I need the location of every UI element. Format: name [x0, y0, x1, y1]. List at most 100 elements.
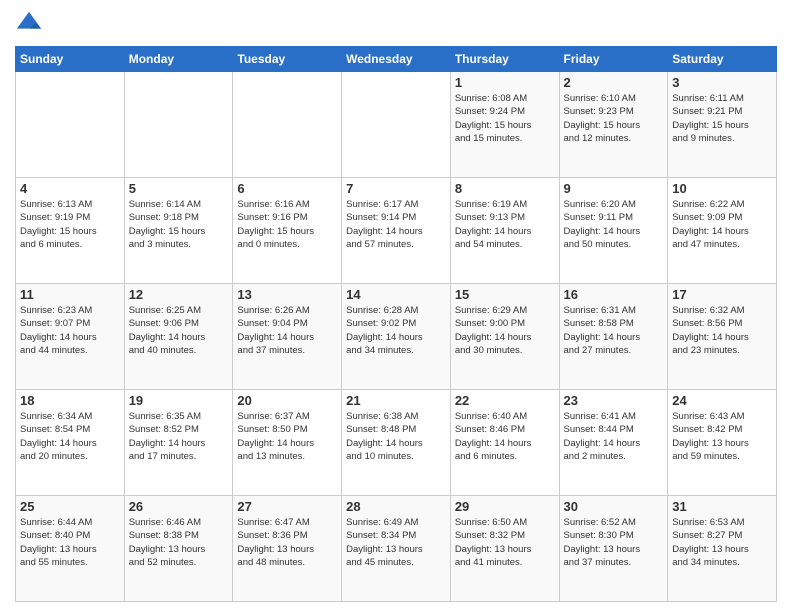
calendar-cell: 12 Sunrise: 6:25 AM Sunset: 9:06 PM Dayli… — [124, 284, 233, 390]
calendar-cell: 21 Sunrise: 6:38 AM Sunset: 8:48 PM Dayli… — [342, 390, 451, 496]
day-number: 7 — [346, 181, 446, 196]
calendar-cell — [342, 72, 451, 178]
day-number: 9 — [564, 181, 664, 196]
calendar-cell — [16, 72, 125, 178]
day-number: 18 — [20, 393, 120, 408]
day-number: 10 — [672, 181, 772, 196]
days-row: SundayMondayTuesdayWednesdayThursdayFrid… — [16, 47, 777, 72]
week-row-2: 11 Sunrise: 6:23 AM Sunset: 9:07 PM Dayli… — [16, 284, 777, 390]
day-number: 1 — [455, 75, 555, 90]
calendar-cell: 30 Sunrise: 6:52 AM Sunset: 8:30 PM Dayli… — [559, 496, 668, 602]
day-number: 31 — [672, 499, 772, 514]
day-number: 8 — [455, 181, 555, 196]
day-header-wednesday: Wednesday — [342, 47, 451, 72]
day-number: 13 — [237, 287, 337, 302]
day-info: Sunrise: 6:10 AM Sunset: 9:23 PM Dayligh… — [564, 92, 664, 145]
day-info: Sunrise: 6:25 AM Sunset: 9:06 PM Dayligh… — [129, 304, 229, 357]
day-info: Sunrise: 6:40 AM Sunset: 8:46 PM Dayligh… — [455, 410, 555, 463]
day-info: Sunrise: 6:31 AM Sunset: 8:58 PM Dayligh… — [564, 304, 664, 357]
day-info: Sunrise: 6:23 AM Sunset: 9:07 PM Dayligh… — [20, 304, 120, 357]
calendar-cell: 17 Sunrise: 6:32 AM Sunset: 8:56 PM Dayli… — [668, 284, 777, 390]
day-info: Sunrise: 6:50 AM Sunset: 8:32 PM Dayligh… — [455, 516, 555, 569]
day-number: 3 — [672, 75, 772, 90]
day-info: Sunrise: 6:46 AM Sunset: 8:38 PM Dayligh… — [129, 516, 229, 569]
day-number: 19 — [129, 393, 229, 408]
day-info: Sunrise: 6:41 AM Sunset: 8:44 PM Dayligh… — [564, 410, 664, 463]
day-info: Sunrise: 6:32 AM Sunset: 8:56 PM Dayligh… — [672, 304, 772, 357]
day-info: Sunrise: 6:49 AM Sunset: 8:34 PM Dayligh… — [346, 516, 446, 569]
day-number: 21 — [346, 393, 446, 408]
day-number: 14 — [346, 287, 446, 302]
day-info: Sunrise: 6:35 AM Sunset: 8:52 PM Dayligh… — [129, 410, 229, 463]
calendar-cell: 13 Sunrise: 6:26 AM Sunset: 9:04 PM Dayli… — [233, 284, 342, 390]
week-row-0: 1 Sunrise: 6:08 AM Sunset: 9:24 PM Daylig… — [16, 72, 777, 178]
page: SundayMondayTuesdayWednesdayThursdayFrid… — [0, 0, 792, 612]
day-number: 26 — [129, 499, 229, 514]
calendar-cell: 27Sunrise: 6:47 AM Sunset: 8:36 PM Dayli… — [233, 496, 342, 602]
calendar-cell: 4 Sunrise: 6:13 AM Sunset: 9:19 PM Daylig… — [16, 178, 125, 284]
calendar-table: SundayMondayTuesdayWednesdayThursdayFrid… — [15, 46, 777, 602]
calendar-cell — [233, 72, 342, 178]
day-header-friday: Friday — [559, 47, 668, 72]
day-number: 22 — [455, 393, 555, 408]
day-info: Sunrise: 6:22 AM Sunset: 9:09 PM Dayligh… — [672, 198, 772, 251]
day-info: Sunrise: 6:14 AM Sunset: 9:18 PM Dayligh… — [129, 198, 229, 251]
calendar-cell: 28 Sunrise: 6:49 AM Sunset: 8:34 PM Dayli… — [342, 496, 451, 602]
calendar-cell: 31 Sunrise: 6:53 AM Sunset: 8:27 PM Dayli… — [668, 496, 777, 602]
day-number: 16 — [564, 287, 664, 302]
week-row-3: 18 Sunrise: 6:34 AM Sunset: 8:54 PM Dayli… — [16, 390, 777, 496]
calendar-cell — [124, 72, 233, 178]
calendar-cell: 20Sunrise: 6:37 AM Sunset: 8:50 PM Dayli… — [233, 390, 342, 496]
day-info: Sunrise: 6:43 AM Sunset: 8:42 PM Dayligh… — [672, 410, 772, 463]
calendar-cell: 5 Sunrise: 6:14 AM Sunset: 9:18 PM Daylig… — [124, 178, 233, 284]
day-info: Sunrise: 6:38 AM Sunset: 8:48 PM Dayligh… — [346, 410, 446, 463]
week-row-1: 4 Sunrise: 6:13 AM Sunset: 9:19 PM Daylig… — [16, 178, 777, 284]
day-info: Sunrise: 6:16 AM Sunset: 9:16 PM Dayligh… — [237, 198, 337, 251]
day-info: Sunrise: 6:19 AM Sunset: 9:13 PM Dayligh… — [455, 198, 555, 251]
day-info: Sunrise: 6:34 AM Sunset: 8:54 PM Dayligh… — [20, 410, 120, 463]
calendar-cell: 29 Sunrise: 6:50 AM Sunset: 8:32 PM Dayli… — [450, 496, 559, 602]
day-number: 6 — [237, 181, 337, 196]
calendar-cell: 3 Sunrise: 6:11 AM Sunset: 9:21 PM Daylig… — [668, 72, 777, 178]
week-row-4: 25 Sunrise: 6:44 AM Sunset: 8:40 PM Dayli… — [16, 496, 777, 602]
day-info: Sunrise: 6:26 AM Sunset: 9:04 PM Dayligh… — [237, 304, 337, 357]
day-number: 28 — [346, 499, 446, 514]
calendar-cell: 10 Sunrise: 6:22 AM Sunset: 9:09 PM Dayli… — [668, 178, 777, 284]
calendar-cell: 15Sunrise: 6:29 AM Sunset: 9:00 PM Dayli… — [450, 284, 559, 390]
day-number: 17 — [672, 287, 772, 302]
logo — [15, 10, 47, 38]
calendar-cell: 9 Sunrise: 6:20 AM Sunset: 9:11 PM Daylig… — [559, 178, 668, 284]
day-number: 11 — [20, 287, 120, 302]
day-info: Sunrise: 6:53 AM Sunset: 8:27 PM Dayligh… — [672, 516, 772, 569]
header — [15, 10, 777, 38]
day-number: 25 — [20, 499, 120, 514]
day-info: Sunrise: 6:47 AM Sunset: 8:36 PM Dayligh… — [237, 516, 337, 569]
day-number: 30 — [564, 499, 664, 514]
calendar-cell: 26 Sunrise: 6:46 AM Sunset: 8:38 PM Dayli… — [124, 496, 233, 602]
day-info: Sunrise: 6:44 AM Sunset: 8:40 PM Dayligh… — [20, 516, 120, 569]
calendar-cell: 14Sunrise: 6:28 AM Sunset: 9:02 PM Dayli… — [342, 284, 451, 390]
calendar-cell: 19 Sunrise: 6:35 AM Sunset: 8:52 PM Dayli… — [124, 390, 233, 496]
day-info: Sunrise: 6:52 AM Sunset: 8:30 PM Dayligh… — [564, 516, 664, 569]
day-header-sunday: Sunday — [16, 47, 125, 72]
calendar-cell: 11 Sunrise: 6:23 AM Sunset: 9:07 PM Dayli… — [16, 284, 125, 390]
calendar-cell: 24 Sunrise: 6:43 AM Sunset: 8:42 PM Dayli… — [668, 390, 777, 496]
day-number: 29 — [455, 499, 555, 514]
day-info: Sunrise: 6:13 AM Sunset: 9:19 PM Dayligh… — [20, 198, 120, 251]
day-number: 15 — [455, 287, 555, 302]
day-info: Sunrise: 6:11 AM Sunset: 9:21 PM Dayligh… — [672, 92, 772, 145]
day-header-monday: Monday — [124, 47, 233, 72]
day-number: 5 — [129, 181, 229, 196]
calendar-cell: 18 Sunrise: 6:34 AM Sunset: 8:54 PM Dayli… — [16, 390, 125, 496]
day-number: 2 — [564, 75, 664, 90]
day-number: 23 — [564, 393, 664, 408]
day-header-thursday: Thursday — [450, 47, 559, 72]
day-info: Sunrise: 6:08 AM Sunset: 9:24 PM Dayligh… — [455, 92, 555, 145]
day-number: 24 — [672, 393, 772, 408]
day-number: 12 — [129, 287, 229, 302]
calendar-cell: 2 Sunrise: 6:10 AM Sunset: 9:23 PM Daylig… — [559, 72, 668, 178]
day-header-saturday: Saturday — [668, 47, 777, 72]
day-number: 4 — [20, 181, 120, 196]
day-info: Sunrise: 6:20 AM Sunset: 9:11 PM Dayligh… — [564, 198, 664, 251]
calendar-cell: 7Sunrise: 6:17 AM Sunset: 9:14 PM Daylig… — [342, 178, 451, 284]
